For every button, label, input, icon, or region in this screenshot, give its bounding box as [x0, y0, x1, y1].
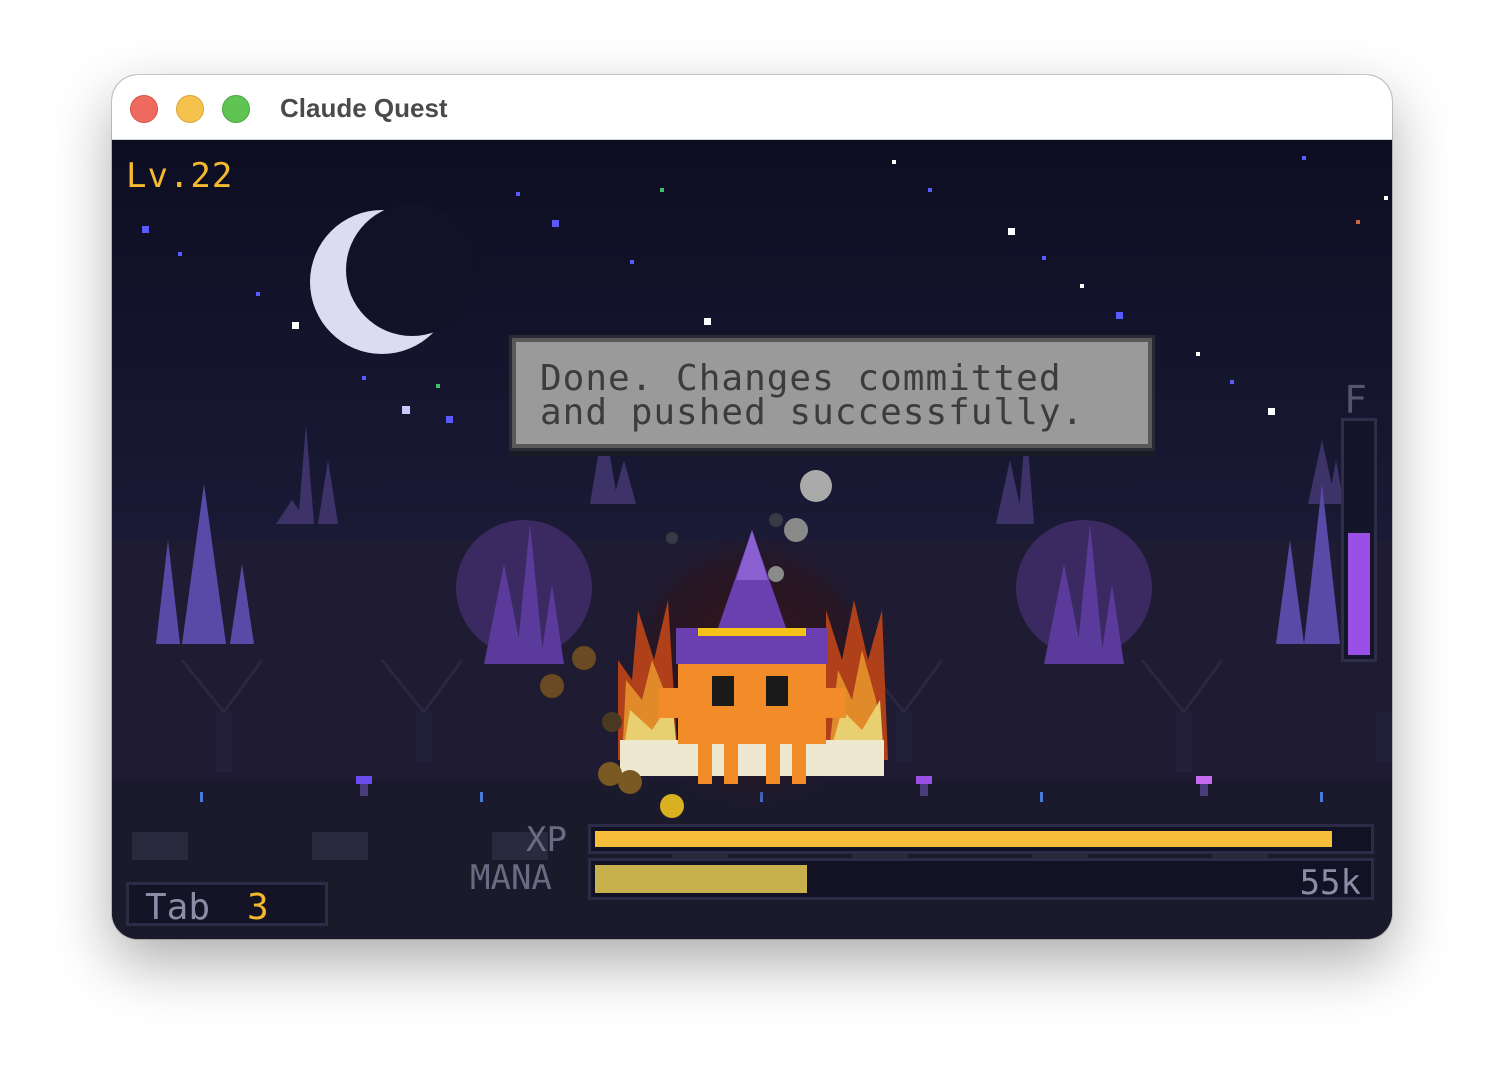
xp-label: XP	[526, 820, 567, 860]
minimize-button[interactable]	[176, 95, 204, 123]
mana-bar: 55k	[588, 858, 1374, 903]
status-hud: Tab 3 XP MANA 55k	[112, 816, 1392, 939]
game-scene: Lv.22 Done. Changes committed and pushed…	[112, 140, 1392, 939]
tab-indicator[interactable]: Tab 3	[126, 882, 328, 928]
title-bar: Claude Quest	[112, 75, 1392, 140]
energy-label: F	[1344, 378, 1367, 422]
mana-bar-fill	[595, 865, 808, 893]
energy-meter	[1341, 418, 1377, 662]
token-count: 55k	[1299, 863, 1361, 903]
tab-number: 3	[247, 887, 269, 928]
dialog-text: Done. Changes committed and pushed succe…	[540, 358, 1085, 433]
speech-bubble: Done. Changes committed and pushed succe…	[512, 338, 1152, 448]
mana-label: MANA	[470, 858, 552, 898]
close-button[interactable]	[130, 95, 158, 123]
xp-bar-fill	[595, 831, 1333, 847]
zoom-button[interactable]	[222, 95, 250, 123]
tab-label: Tab	[145, 887, 211, 928]
window-title: Claude Quest	[280, 93, 448, 123]
xp-bar	[588, 824, 1374, 854]
level-indicator: Lv.22	[126, 156, 234, 196]
game-window: Claude Quest Lv.22 Done. Changes committ…	[112, 75, 1392, 939]
energy-meter-fill	[1348, 533, 1370, 655]
